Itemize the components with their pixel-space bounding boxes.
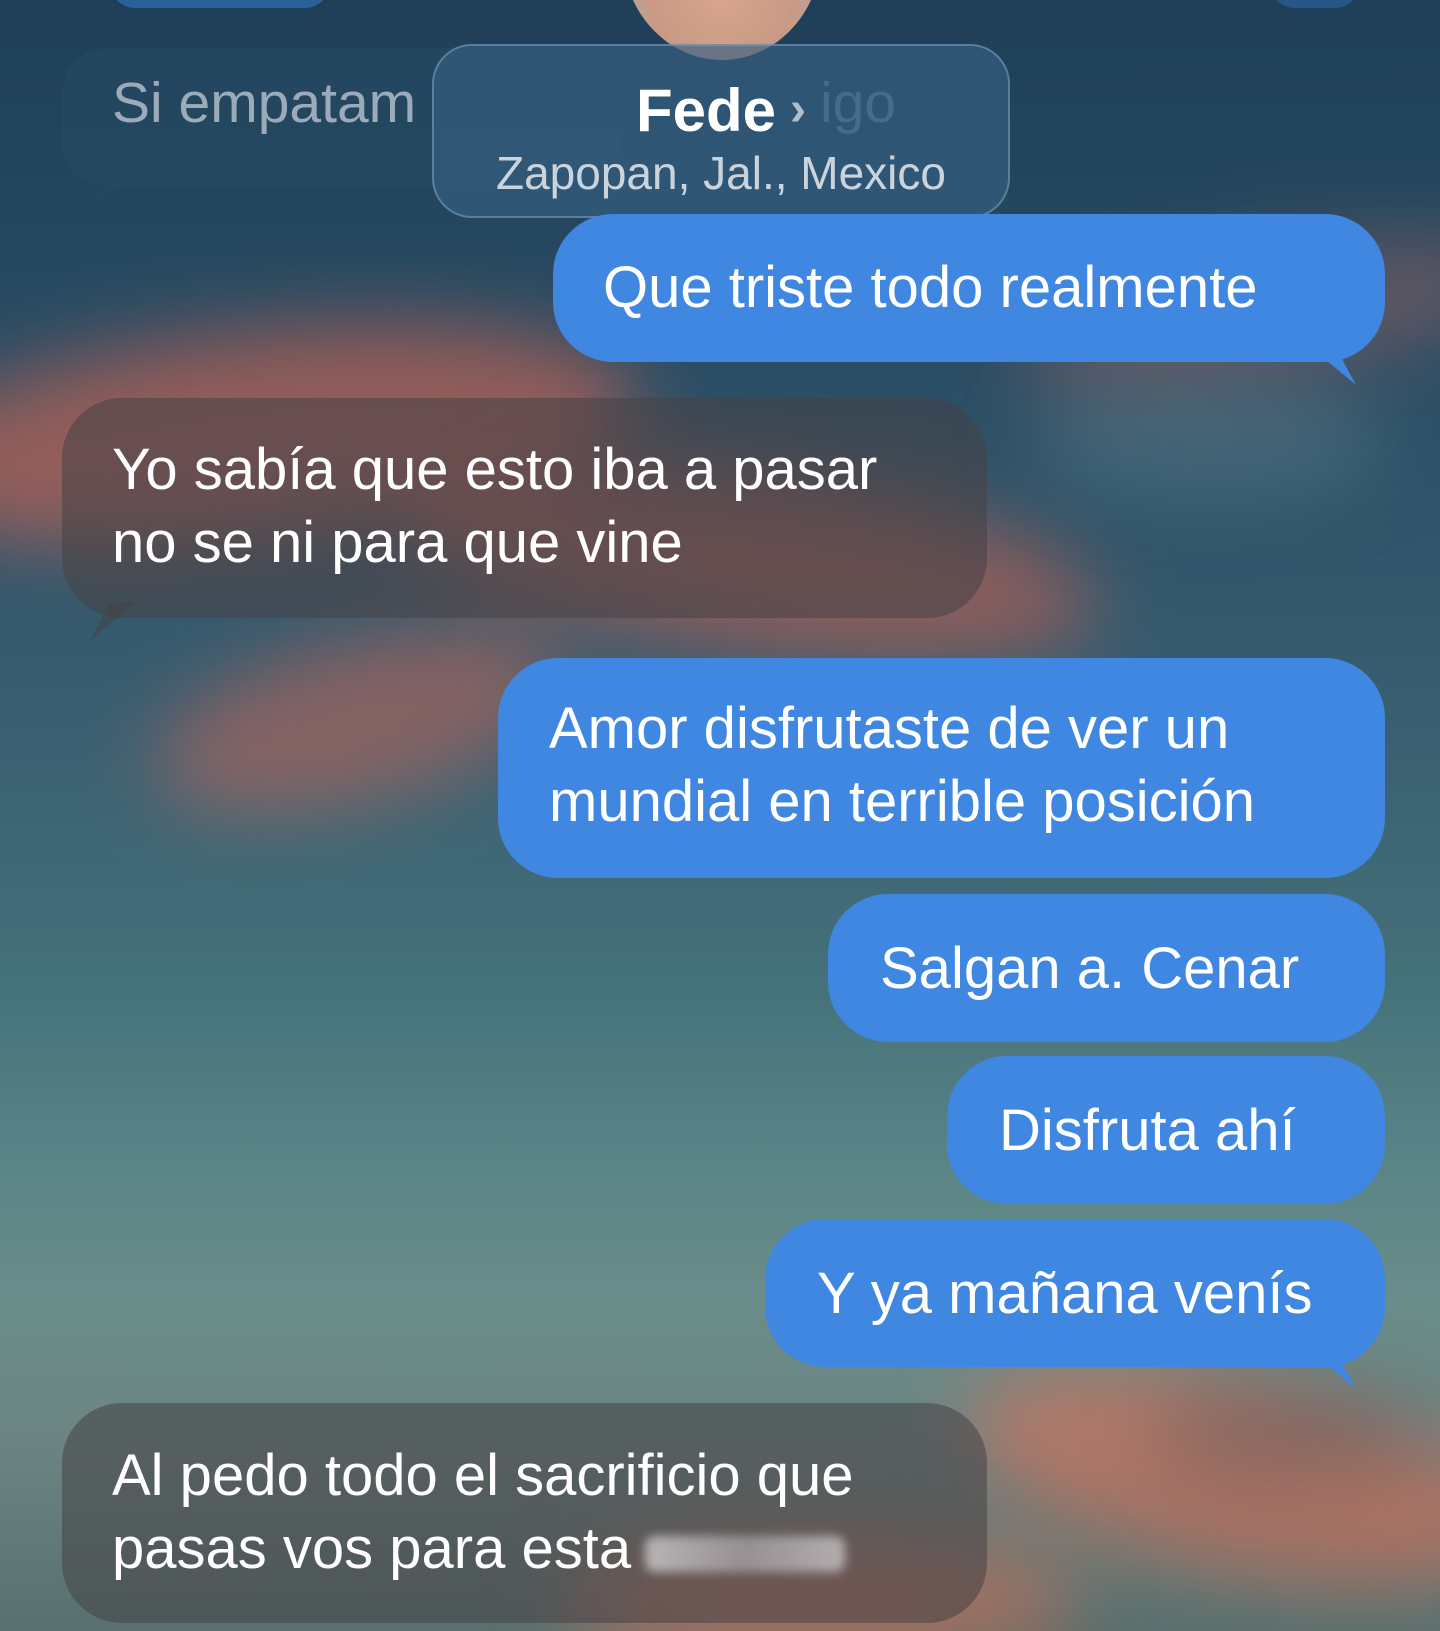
cloud: [1150, 1390, 1430, 1480]
message-sent[interactable]: Salgan a. Cenar: [828, 894, 1385, 1042]
message-text: mundial en terrible posición: [549, 769, 1256, 834]
contact-name-row[interactable]: Fede ›: [434, 76, 1008, 145]
message-text: Yo sabía que esto iba a pasar: [112, 437, 878, 502]
message-text: no se ni para que vine: [112, 510, 683, 575]
message-sent[interactable]: Que triste todo realmente: [553, 214, 1385, 362]
message-received[interactable]: Al pedo todo el sacrificio que pasas vos…: [62, 1403, 987, 1623]
previous-sent-bubble-edge: [110, 0, 330, 8]
message-text: Disfruta ahí: [999, 1098, 1296, 1163]
message-text: pasas vos para esta: [112, 1516, 632, 1581]
message-text: Salgan a. Cenar: [880, 936, 1300, 1001]
message-sent[interactable]: Amor disfrutaste de ver un mundial en te…: [498, 658, 1385, 878]
message-text: Al pedo todo el sacrificio que: [112, 1443, 854, 1508]
censored-word: [645, 1536, 846, 1572]
chevron-right-icon: ›: [790, 83, 807, 136]
contact-name: Fede: [635, 77, 777, 144]
cloud: [1030, 380, 1390, 500]
contact-header[interactable]: Fede › Zapopan, Jal., Mexico: [432, 44, 1010, 218]
message-text: Amor disfrutaste de ver un: [549, 696, 1230, 761]
message-received[interactable]: Yo sabía que esto iba a pasar no se ni p…: [62, 398, 987, 618]
message-text-line: pasas vos para esta: [112, 1512, 987, 1585]
message-text: Y ya mañana venís: [817, 1261, 1313, 1326]
message-sent[interactable]: Y ya mañana venís: [765, 1219, 1385, 1367]
message-text: Que triste todo realmente: [603, 255, 1258, 320]
contact-location: Zapopan, Jal., Mexico: [495, 147, 946, 199]
message-sent[interactable]: Disfruta ahí: [947, 1056, 1385, 1204]
previous-received-text: Si empatam: [112, 71, 417, 135]
